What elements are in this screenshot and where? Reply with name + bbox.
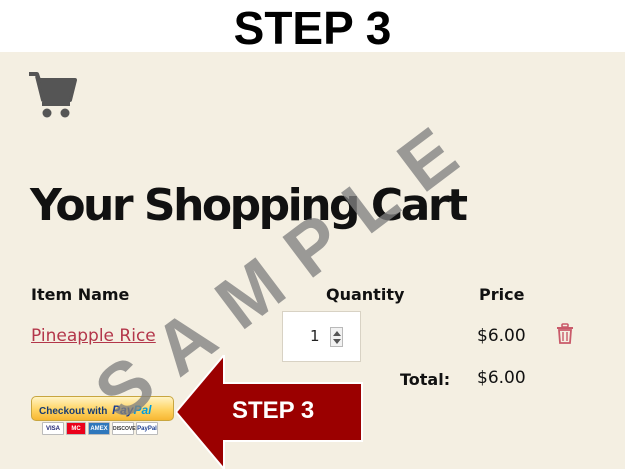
- total-label: Total:: [400, 370, 451, 389]
- card-mastercard: MC: [66, 422, 86, 435]
- column-header-quantity: Quantity: [326, 285, 405, 304]
- stepper-up-icon[interactable]: [333, 331, 341, 336]
- card-discover: DISCOVER: [112, 422, 139, 435]
- card-logos: VISA MC AMEX DISCOVER PayPal: [42, 422, 158, 435]
- page-title: Your Shopping Cart: [30, 180, 468, 231]
- paypal-checkout-button[interactable]: Checkout with PayPal: [31, 396, 174, 421]
- cart-icon[interactable]: [28, 70, 78, 120]
- checkout-text: Checkout with: [39, 406, 108, 417]
- column-header-price: Price: [479, 285, 525, 304]
- quantity-stepper[interactable]: [330, 327, 343, 347]
- card-visa: VISA: [42, 422, 64, 435]
- card-amex: AMEX: [88, 422, 110, 435]
- paypal-logo: PayPal: [112, 403, 152, 417]
- total-value: $6.00: [477, 368, 526, 388]
- item-link[interactable]: Pineapple Rice: [31, 326, 156, 346]
- arrow-label: STEP 3: [232, 397, 315, 424]
- step-title: STEP 3: [233, 2, 392, 54]
- item-price: $6.00: [477, 326, 526, 346]
- trash-icon[interactable]: [556, 323, 574, 345]
- quantity-value: 1: [310, 327, 320, 345]
- column-header-item: Item Name: [31, 285, 130, 304]
- card-paypal: PayPal: [136, 422, 158, 435]
- stepper-down-icon[interactable]: [333, 339, 341, 344]
